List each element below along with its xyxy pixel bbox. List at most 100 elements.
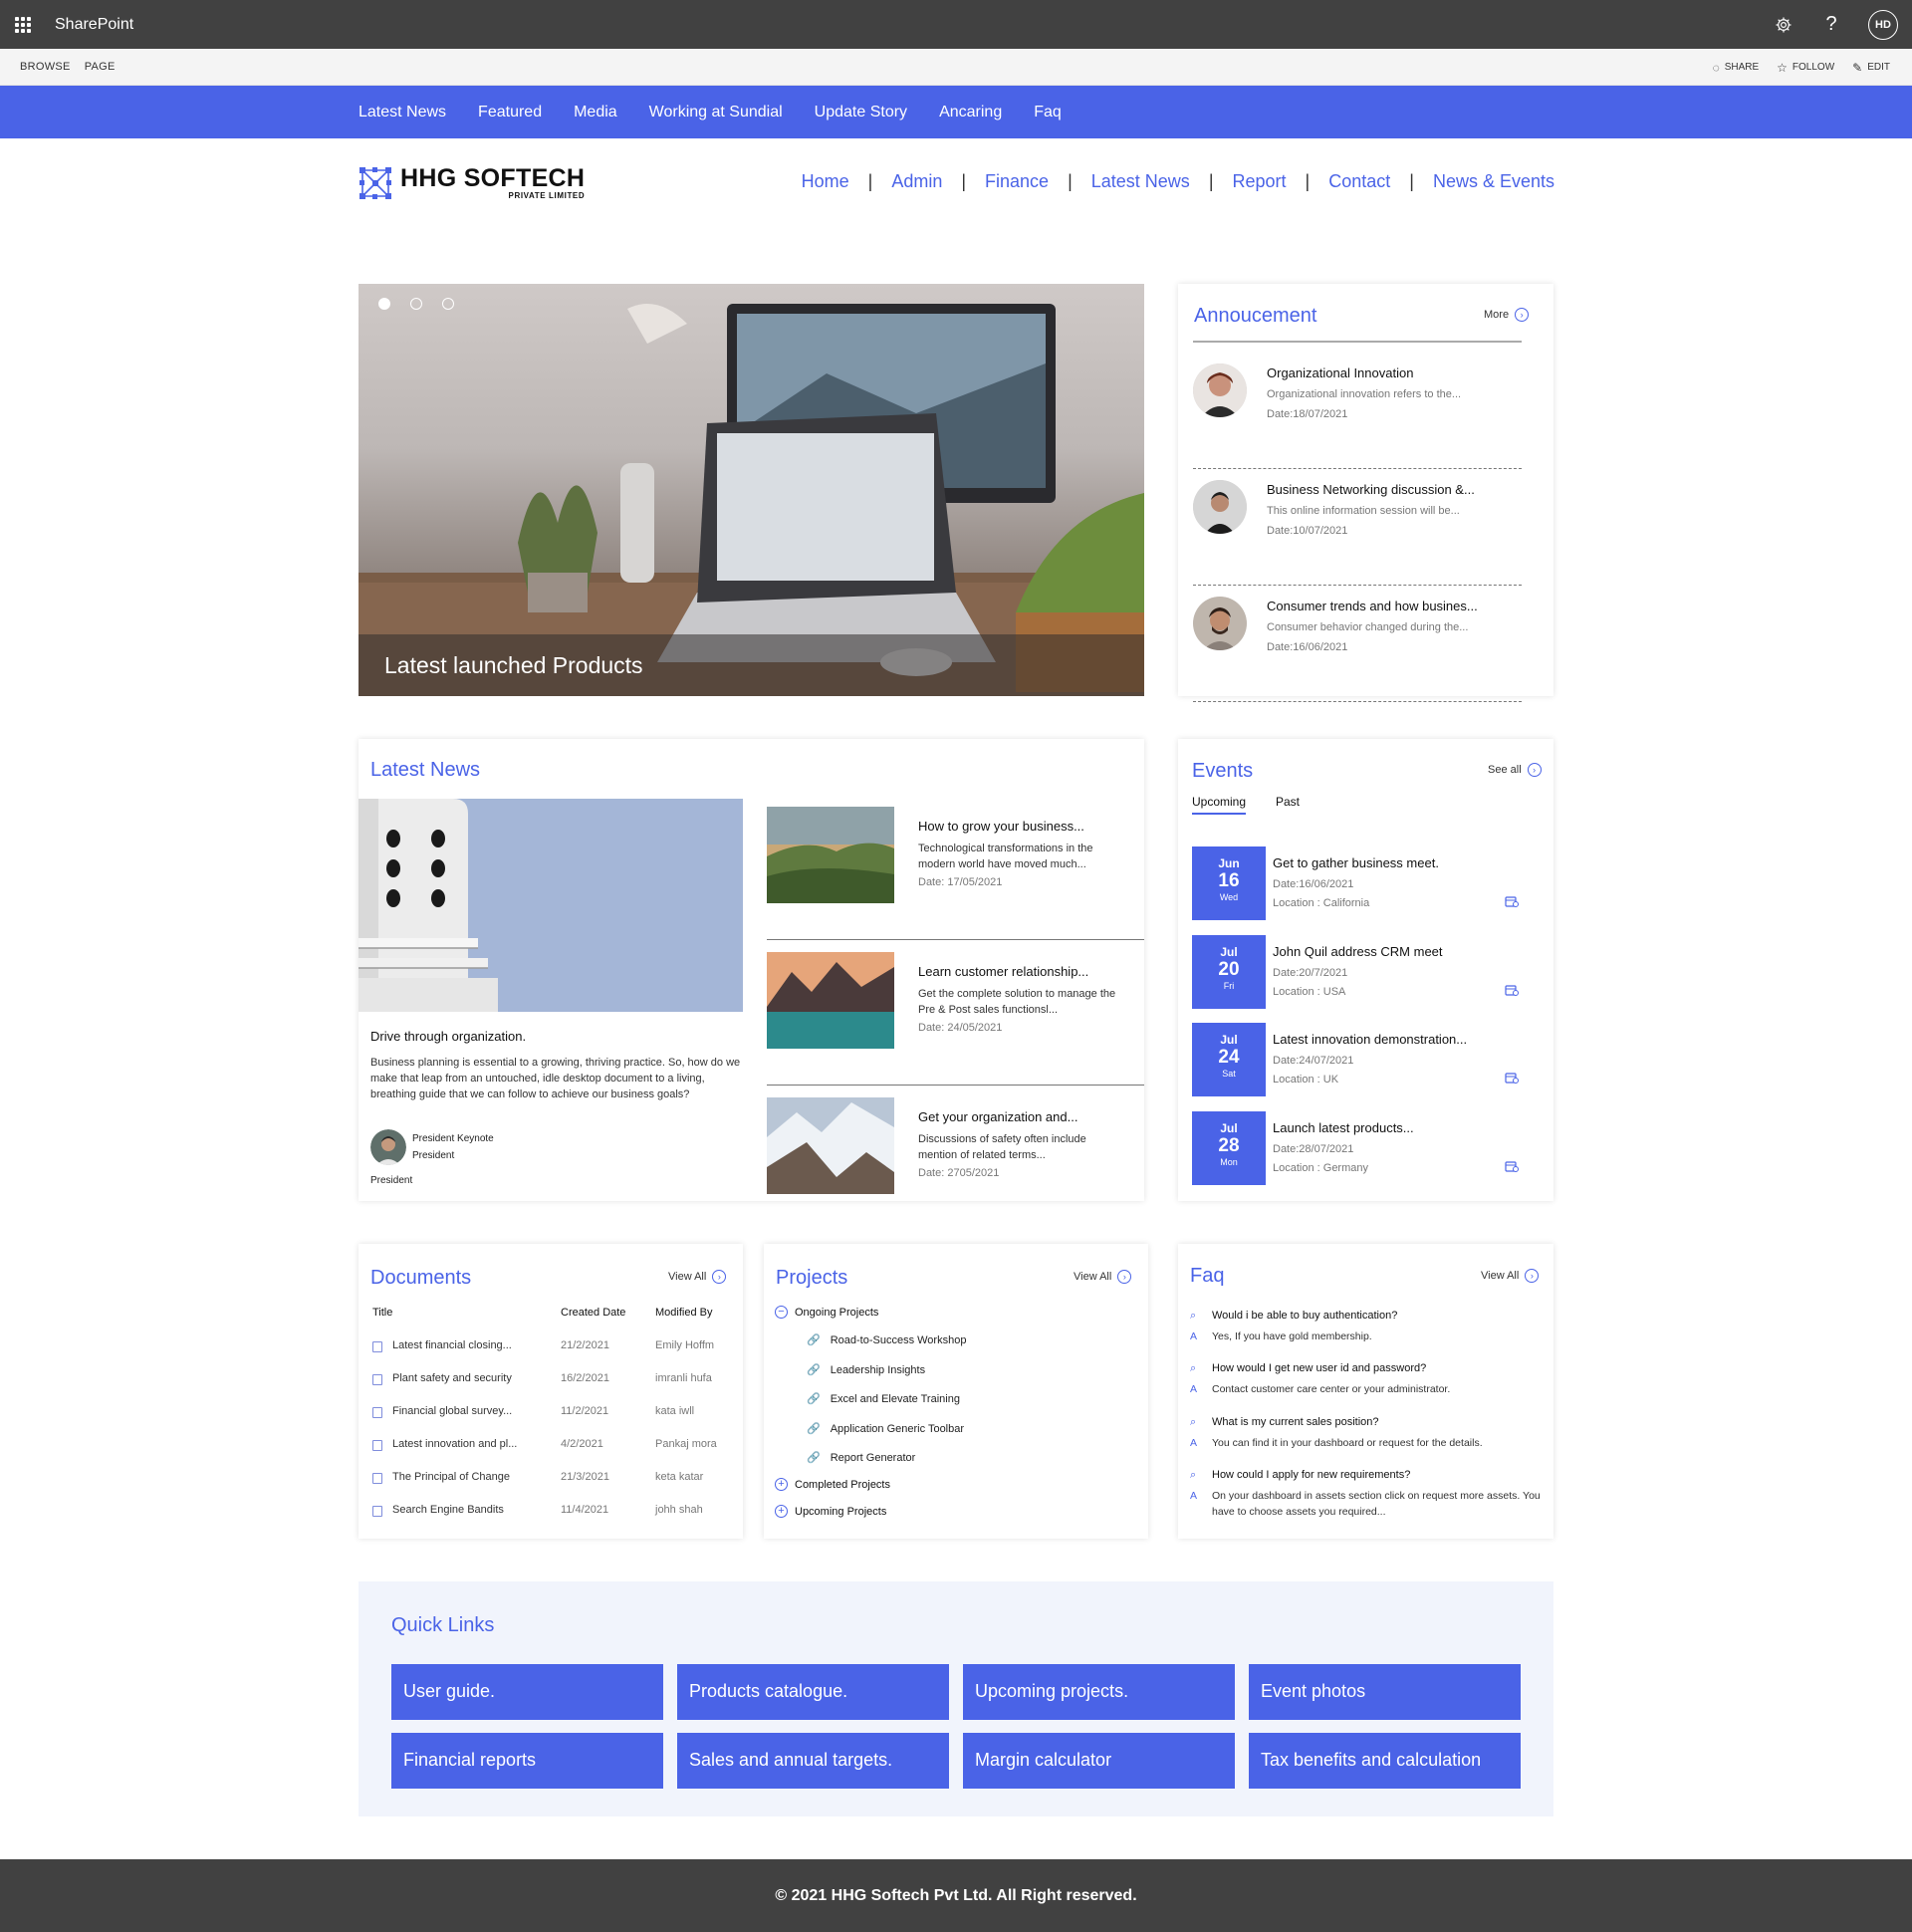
carousel-dot-2[interactable]: [410, 298, 422, 310]
settings-gear-icon[interactable]: [1773, 14, 1794, 36]
project-item[interactable]: 🔗 Leadership Insights: [807, 1363, 925, 1377]
quick-link-tax-benefits[interactable]: Tax benefits and calculation: [1249, 1733, 1521, 1789]
topnav-latest-news[interactable]: Latest News: [358, 104, 446, 121]
project-item[interactable]: 🔗 Application Generic Toolbar: [807, 1422, 965, 1436]
event-title: John Quil address CRM meet: [1273, 944, 1443, 959]
event-item[interactable]: Jun 16 Wed Get to gather business meet. …: [1192, 846, 1519, 920]
topnav-media[interactable]: Media: [574, 104, 617, 121]
user-avatar[interactable]: HD: [1868, 9, 1898, 40]
mainnav-separator: |: [867, 171, 873, 191]
document-row[interactable]: Latest innovation and pl... 4/2/2021 Pan…: [372, 1438, 731, 1458]
announcement-item-desc: Consumer behavior changed during the...: [1267, 621, 1469, 633]
faq-question[interactable]: ⌕ How could I apply for new requirements?: [1190, 1469, 1410, 1482]
carousel-dot-1[interactable]: [378, 298, 390, 310]
add-to-calendar-icon[interactable]: [1505, 895, 1519, 907]
news-list-item[interactable]: Get your organization and... Discussions…: [767, 1087, 1144, 1231]
news-thumbnail: [767, 1097, 894, 1194]
event-item[interactable]: Jul 20 Fri John Quil address CRM meet Da…: [1192, 935, 1519, 1009]
answer-marker: A: [1190, 1490, 1198, 1502]
mainnav-latest-news[interactable]: Latest News: [1091, 171, 1190, 192]
project-item[interactable]: 🔗 Report Generator: [807, 1451, 915, 1465]
news-list-item[interactable]: Learn customer relationship... Get the c…: [767, 942, 1144, 1086]
topnav-ancaring[interactable]: Ancaring: [939, 104, 1002, 121]
ribbon-tab-browse[interactable]: BROWSE: [20, 61, 71, 73]
announcement-card: Annoucement More › Organizational Innova…: [1178, 284, 1554, 702]
document-row[interactable]: Financial global survey... 11/2/2021 kat…: [372, 1405, 731, 1425]
announcement-more-link[interactable]: More ›: [1484, 308, 1530, 322]
event-date-block: Jun 16 Wed: [1192, 846, 1266, 920]
ribbon-tab-page[interactable]: PAGE: [85, 61, 116, 73]
mainnav-contact[interactable]: Contact: [1328, 171, 1390, 192]
projects-view-all-link[interactable]: View All ›: [1074, 1270, 1132, 1284]
event-item[interactable]: Jul 24 Sat Latest innovation demonstrati…: [1192, 1023, 1519, 1096]
announcement-item-title: Consumer trends and how busines...: [1267, 599, 1478, 613]
quick-link-financial-reports[interactable]: Financial reports: [391, 1733, 663, 1789]
announcement-item[interactable]: Business Networking discussion &... This…: [1193, 480, 1522, 586]
mainnav-finance[interactable]: Finance: [985, 171, 1049, 192]
view-all-label: View All: [668, 1271, 707, 1283]
suite-title[interactable]: SharePoint: [55, 16, 133, 34]
document-row[interactable]: Latest financial closing... 21/2/2021 Em…: [372, 1339, 731, 1359]
projects-card: Projects View All › − Ongoing Projects 🔗…: [764, 1244, 1148, 1539]
faq-view-all-link[interactable]: View All ›: [1481, 1269, 1540, 1283]
hero-caption[interactable]: Latest launched Products: [358, 634, 1144, 696]
add-to-calendar-icon[interactable]: [1505, 1072, 1519, 1084]
faq-question[interactable]: ⌕ Would i be able to buy authentication?: [1190, 1310, 1397, 1323]
mainnav-home[interactable]: Home: [802, 171, 849, 192]
edit-button[interactable]: ✎ EDIT: [1852, 61, 1890, 75]
documents-view-all-link[interactable]: View All ›: [668, 1270, 727, 1284]
ongoing-projects-toggle[interactable]: − Ongoing Projects: [775, 1306, 878, 1319]
project-name: Application Generic Toolbar: [830, 1422, 965, 1435]
topnav-featured[interactable]: Featured: [478, 104, 542, 121]
announcement-item[interactable]: Organizational Innovation Organizational…: [1193, 363, 1522, 469]
help-icon[interactable]: ?: [1820, 13, 1842, 36]
app-launcher-button[interactable]: [0, 0, 46, 49]
document-row[interactable]: Plant safety and security 16/2/2021 imra…: [372, 1372, 731, 1392]
hero-carousel[interactable]: Latest launched Products: [358, 284, 1144, 696]
document-icon: [372, 1341, 382, 1352]
quick-link-user-guide[interactable]: User guide.: [391, 1664, 663, 1720]
see-all-label: See all: [1488, 764, 1522, 776]
announcement-item[interactable]: Consumer trends and how busines... Consu…: [1193, 597, 1522, 702]
completed-projects-toggle[interactable]: + Completed Projects: [775, 1478, 890, 1491]
tab-upcoming[interactable]: Upcoming: [1192, 795, 1247, 815]
event-item[interactable]: Jul 28 Mon Launch latest products... Dat…: [1192, 1111, 1519, 1185]
quick-link-sales-targets[interactable]: Sales and annual targets.: [677, 1733, 949, 1789]
upcoming-projects-toggle[interactable]: + Upcoming Projects: [775, 1505, 886, 1518]
mainnav-news-events[interactable]: News & Events: [1433, 171, 1554, 192]
project-item[interactable]: 🔗 Excel and Elevate Training: [807, 1392, 960, 1406]
quick-link-event-photos[interactable]: Event photos: [1249, 1664, 1521, 1720]
document-row[interactable]: The Principal of Change 21/3/2021 keta k…: [372, 1471, 731, 1491]
document-row[interactable]: Search Engine Bandits 11/4/2021 johh sha…: [372, 1504, 731, 1524]
quick-link-margin-calculator[interactable]: Margin calculator: [963, 1733, 1235, 1789]
featured-news-image[interactable]: [358, 799, 743, 1012]
quick-link-products-catalogue[interactable]: Products catalogue.: [677, 1664, 949, 1720]
company-logo[interactable]: HHG SOFTECH PRIVATE LIMITED: [358, 165, 585, 200]
quick-links-section: Quick Links User guide. Products catalog…: [358, 1581, 1554, 1816]
document-title: Latest innovation and pl...: [392, 1438, 518, 1450]
mainnav-report[interactable]: Report: [1233, 171, 1287, 192]
share-label: SHARE: [1724, 62, 1760, 73]
news-list-item[interactable]: How to grow your business... Technologic…: [767, 797, 1144, 940]
events-see-all-link[interactable]: See all ›: [1488, 763, 1542, 777]
add-to-calendar-icon[interactable]: [1505, 984, 1519, 996]
mainnav-admin[interactable]: Admin: [891, 171, 942, 192]
faq-question[interactable]: ⌕ What is my current sales position?: [1190, 1416, 1379, 1429]
faq-question[interactable]: ⌕ How would I get new user id and passwor…: [1190, 1362, 1426, 1375]
answer-marker: A: [1190, 1437, 1198, 1449]
topnav-working-at-sundial[interactable]: Working at Sundial: [649, 104, 783, 121]
topnav-faq[interactable]: Faq: [1034, 104, 1062, 121]
featured-news-title[interactable]: Drive through organization.: [370, 1029, 526, 1044]
share-button[interactable]: ◌ SHARE: [1713, 61, 1760, 75]
quick-link-upcoming-projects[interactable]: Upcoming projects.: [963, 1664, 1235, 1720]
tab-past[interactable]: Past: [1276, 795, 1300, 809]
project-item[interactable]: 🔗 Road-to-Success Workshop: [807, 1333, 966, 1347]
question-search-icon: ⌕: [1190, 1310, 1197, 1322]
document-created: 21/2/2021: [561, 1339, 609, 1351]
topnav-update-story[interactable]: Update Story: [815, 104, 907, 121]
add-to-calendar-icon[interactable]: [1505, 1160, 1519, 1172]
carousel-dot-3[interactable]: [442, 298, 454, 310]
answer-marker: A: [1190, 1383, 1198, 1395]
follow-button[interactable]: ☆ FOLLOW: [1777, 61, 1834, 75]
arrow-right-icon: ›: [1117, 1270, 1132, 1284]
